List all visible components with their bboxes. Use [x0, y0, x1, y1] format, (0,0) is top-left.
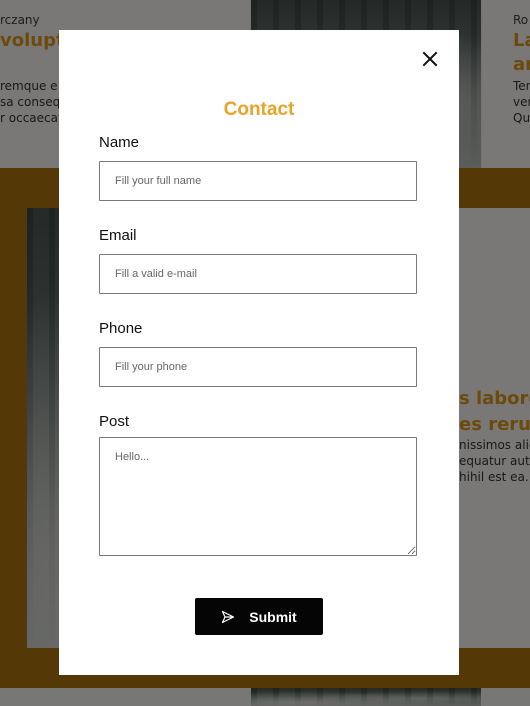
- email-label: Email: [99, 227, 137, 244]
- submit-button[interactable]: Submit: [195, 598, 323, 635]
- modal-title: Contact: [223, 99, 295, 120]
- post-label: Post: [99, 413, 130, 430]
- name-label: Name: [99, 134, 140, 151]
- phone-field[interactable]: [99, 347, 417, 387]
- submit-label: Submit: [249, 608, 297, 625]
- name-field[interactable]: [99, 161, 417, 201]
- post-textarea[interactable]: [99, 437, 417, 556]
- close-button[interactable]: [421, 50, 439, 68]
- contact-modal: Contact Name Email Phone Post Submit: [59, 30, 459, 675]
- email-field[interactable]: [99, 254, 417, 294]
- phone-label: Phone: [99, 320, 143, 337]
- send-icon: [222, 610, 235, 623]
- close-icon: [422, 51, 438, 67]
